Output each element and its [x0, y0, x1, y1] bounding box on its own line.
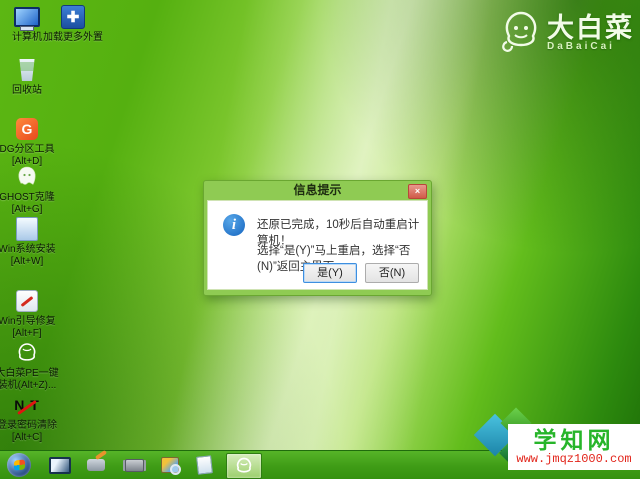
watermark-title: 学知网	[533, 426, 615, 453]
dialog-titlebar[interactable]: 信息提示 ×	[207, 181, 428, 200]
taskbar-dabaicai-active-button[interactable]	[226, 453, 262, 479]
desktop-icon-dabaicai-pe[interactable]: 大白菜PE一键 装机(Alt+Z)...	[0, 340, 60, 392]
watermark: 学知网 www.jmqz1000.com	[508, 424, 640, 470]
dialog-body: i 还原已完成，10秒后自动重启计算机！ 选择“是(Y)”马上重启，选择“否(N…	[207, 200, 428, 290]
taskbar-notepad-icon[interactable]	[192, 454, 216, 476]
cabbage-icon	[236, 457, 252, 473]
computer-icon	[14, 4, 40, 31]
cabbage-mascot-icon	[499, 8, 543, 59]
close-icon[interactable]: ×	[408, 184, 427, 199]
desktop-icon-nt-password[interactable]: N T 登录密码清除 [Alt+C]	[0, 392, 60, 444]
logo-subtitle: DaBaiCai	[547, 41, 615, 52]
desktop-icon-recycle-bin[interactable]: 回收站	[0, 57, 60, 97]
desktop-icon-shortcut: [Alt+F]	[12, 328, 42, 339]
start-button[interactable]	[7, 453, 31, 477]
desktop-icon-win-install[interactable]: Win系统安装 [Alt+W]	[0, 216, 60, 268]
taskbar-computer-icon[interactable]	[48, 454, 72, 476]
desktop-icon-shortcut: [Alt+G]	[11, 204, 43, 215]
desktop-icon-label: 加载更多外置	[43, 32, 103, 43]
desktop-icon-win-boot-repair[interactable]: Win引导修复 [Alt+F]	[0, 288, 60, 340]
installer-icon	[14, 216, 40, 242]
taskbar-partition-tool-icon[interactable]	[158, 454, 182, 476]
windows-flag-icon	[13, 459, 25, 471]
nt-password-icon: N T	[14, 397, 40, 413]
info-dialog: 信息提示 × i 还原已完成，10秒后自动重启计算机！ 选择“是(Y)”马上重启…	[203, 180, 432, 296]
ghost-icon	[14, 164, 40, 190]
desktop-icon-shortcut: [Alt+W]	[10, 256, 44, 267]
desktop-icon-label: 登录密码清除	[0, 420, 57, 431]
cabbage-icon	[14, 340, 40, 366]
yes-button[interactable]: 是(Y)	[303, 263, 357, 283]
info-icon: i	[223, 214, 245, 236]
desktop-icon-label: 计算机	[12, 32, 42, 43]
dialog-title: 信息提示	[293, 183, 342, 197]
desktop-icon-label: Win系统安装	[0, 244, 56, 255]
desktop-icon-label: 回收站	[12, 85, 42, 96]
no-button[interactable]: 否(N)	[365, 263, 419, 283]
watermark-url: www.jmqz1000.com	[516, 451, 632, 466]
taskbar-disk-tool-icon[interactable]	[84, 454, 108, 476]
desktop-icon-label: Win引导修复	[0, 316, 56, 327]
desktop-icon-shortcut: 装机(Alt+Z)...	[0, 380, 57, 391]
logo-title: 大白菜	[547, 13, 634, 43]
dabaicai-logo: 大白菜 DaBaiCai	[499, 8, 634, 59]
external-devices-icon: ✚	[60, 4, 86, 30]
desktop-icon-shortcut: [Alt+C]	[11, 432, 43, 443]
desktop-icon-label: GHOST克隆	[0, 192, 55, 203]
desktop-icon-label: 大白菜PE一键	[0, 368, 59, 379]
recycle-bin-icon	[14, 57, 40, 83]
taskbar-memory-chip-icon[interactable]	[122, 454, 146, 476]
repair-wrench-icon	[14, 288, 40, 314]
desktop-icon-ghost-clone[interactable]: GHOST克隆 [Alt+G]	[0, 164, 60, 216]
desktop-icon-label: DG分区工具	[0, 144, 55, 155]
desktop-icon-load-more-ext[interactable]: ✚ 加载更多外置	[40, 4, 106, 44]
desktop-icon-dg-partition[interactable]: G DG分区工具 [Alt+D]	[0, 116, 60, 168]
dg-partition-icon: G	[14, 116, 40, 142]
